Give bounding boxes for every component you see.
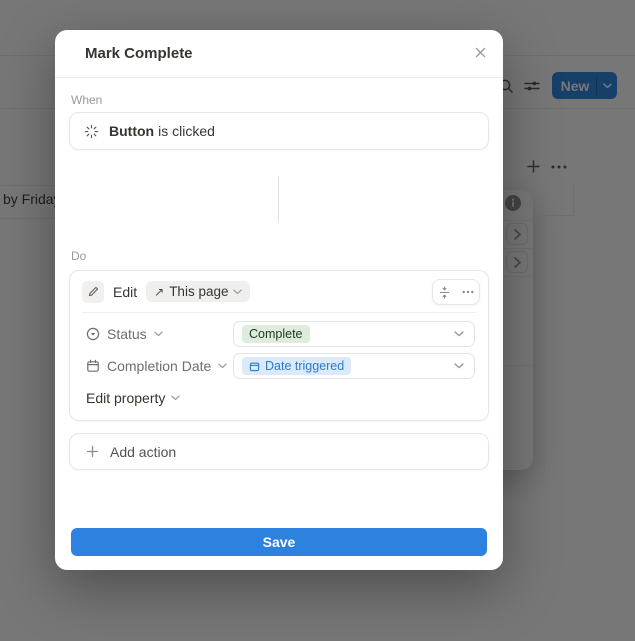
save-button[interactable]: Save bbox=[71, 528, 487, 556]
flow-connector-line bbox=[278, 176, 279, 222]
action-hover-toolbar bbox=[432, 279, 480, 305]
chevron-down-icon bbox=[454, 363, 464, 369]
property-value-select-status[interactable]: Complete bbox=[233, 321, 475, 347]
action-card-header: Edit ↗ This page bbox=[70, 271, 488, 312]
property-name: Completion Date bbox=[107, 358, 212, 374]
when-section-label: When bbox=[71, 93, 103, 107]
more-icon[interactable] bbox=[456, 280, 479, 304]
modal-header: Mark Complete bbox=[55, 30, 503, 78]
close-icon bbox=[475, 47, 486, 58]
property-button-completion-date[interactable]: Completion Date bbox=[86, 353, 228, 379]
chevron-down-icon bbox=[454, 331, 464, 337]
pencil-icon bbox=[82, 280, 104, 303]
button-click-icon bbox=[84, 124, 99, 139]
trigger-subject: Button bbox=[109, 123, 155, 139]
property-value-select-completion-date[interactable]: Date triggered bbox=[233, 353, 475, 379]
calendar-icon bbox=[249, 361, 260, 372]
chevron-down-icon bbox=[153, 331, 163, 337]
edit-property-label: Edit property bbox=[86, 390, 166, 406]
screenshot-root: New by Friday bbox=[0, 0, 635, 641]
do-section-label: Do bbox=[71, 249, 87, 263]
edit-property-button[interactable]: Edit property bbox=[86, 387, 181, 409]
status-tag: Complete bbox=[242, 325, 310, 343]
property-name: Status bbox=[107, 326, 147, 342]
collapse-vertical-icon[interactable] bbox=[433, 280, 456, 304]
close-button[interactable] bbox=[469, 41, 491, 63]
date-tag-label: Date triggered bbox=[265, 359, 345, 373]
chevron-down-icon bbox=[171, 395, 181, 401]
add-action-button[interactable]: Add action bbox=[69, 433, 489, 470]
action-target-selector[interactable]: ↗ This page bbox=[146, 281, 251, 302]
action-target-label: This page bbox=[169, 284, 229, 299]
modal-title: Mark Complete bbox=[85, 45, 193, 62]
action-verb: Edit bbox=[113, 283, 138, 300]
trigger-text: Button is clicked bbox=[109, 123, 215, 139]
add-action-label: Add action bbox=[110, 443, 177, 460]
status-icon bbox=[86, 327, 100, 341]
action-card-divider bbox=[82, 312, 476, 313]
calendar-icon bbox=[86, 359, 100, 373]
automation-editor-modal: Mark Complete When Buttonis clicked Do bbox=[55, 30, 503, 570]
date-tag: Date triggered bbox=[242, 357, 352, 375]
action-card: Edit ↗ This page Status Complete Complet… bbox=[69, 270, 489, 421]
plus-icon bbox=[86, 445, 99, 458]
save-button-label: Save bbox=[262, 534, 296, 550]
property-button-status[interactable]: Status bbox=[86, 321, 163, 347]
arrow-up-right-icon: ↗ bbox=[154, 284, 165, 299]
chevron-down-icon bbox=[218, 363, 228, 369]
trigger-row[interactable]: Button is clicked bbox=[69, 112, 489, 150]
trigger-condition: is clicked bbox=[158, 123, 215, 139]
chevron-down-icon bbox=[233, 289, 243, 295]
